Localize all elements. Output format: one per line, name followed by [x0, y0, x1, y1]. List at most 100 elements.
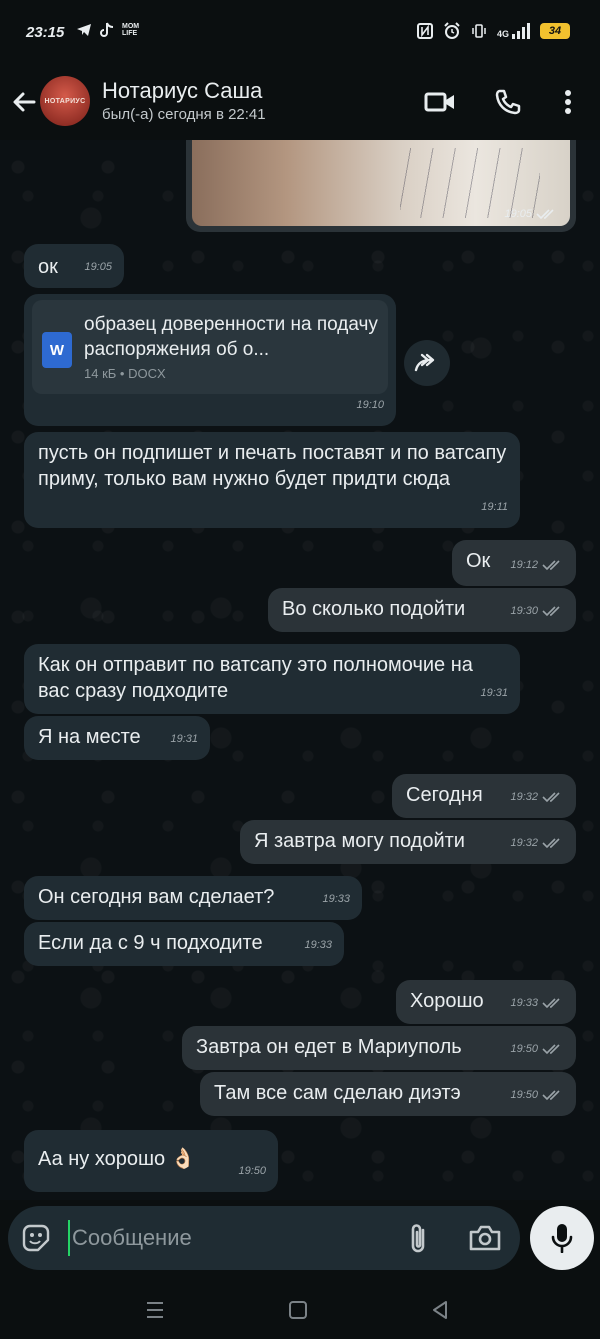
message-meta: 19:05: [504, 208, 558, 220]
message-time: 19:50: [238, 1165, 266, 1177]
home-icon[interactable]: [286, 1298, 310, 1322]
double-check-icon: [542, 560, 560, 571]
double-check-icon: [542, 792, 560, 803]
double-check-icon: [536, 209, 554, 220]
paperclip-icon[interactable]: [404, 1222, 434, 1256]
message-outgoing[interactable]: Я завтра могу подойти 19:32: [240, 820, 576, 864]
message-text: Аа ну хорошо 👌🏻: [38, 1148, 196, 1170]
double-check-icon: [542, 606, 560, 617]
sticker-emoji-icon[interactable]: [20, 1222, 52, 1254]
microphone-button[interactable]: [530, 1206, 594, 1270]
message-meta: 19:12: [510, 552, 564, 578]
document-card[interactable]: W образец доверенности на подачу распоря…: [32, 300, 388, 394]
tiktok-icon: [100, 22, 114, 37]
message-meta: 19:31: [170, 726, 198, 752]
mom-life-icon: MOM LIFE: [122, 23, 140, 37]
message-time: 19:50: [510, 1043, 538, 1055]
avatar-text: НОТАРИУС: [44, 97, 86, 105]
status-time: 23:15: [26, 24, 65, 41]
message-text: Сегодня: [406, 784, 483, 806]
phone-icon[interactable]: [490, 84, 526, 120]
message-text: Ок: [466, 550, 491, 572]
message-meta: 19:33: [510, 990, 564, 1016]
message-meta: 19:31: [480, 680, 508, 706]
recent-apps-icon[interactable]: [143, 1298, 167, 1322]
message-time: 19:50: [510, 1089, 538, 1101]
message-outgoing[interactable]: Завтра он едет в Мариуполь 19:50: [182, 1026, 576, 1070]
status-right-icons: 4G 34: [416, 22, 570, 40]
back-nav-icon[interactable]: [428, 1298, 452, 1322]
network-label: 4G: [496, 29, 509, 39]
message-meta: 19:11: [481, 494, 508, 520]
message-meta: 19:50: [238, 1158, 266, 1184]
more-vert-icon[interactable]: [550, 84, 586, 120]
document-title: образец доверенности на подачу распоряже…: [84, 314, 378, 360]
message-text: Он сегодня вам сделает?: [38, 886, 275, 908]
message-time: 19:10: [356, 399, 384, 411]
message-text: Хорошо: [410, 990, 484, 1012]
battery-icon: 34: [540, 23, 570, 39]
message-time: 19:32: [510, 791, 538, 803]
message-outgoing[interactable]: Ок 19:12: [452, 540, 576, 586]
message-meta: 19:32: [510, 784, 564, 810]
message-time: 19:31: [480, 687, 508, 699]
separator-dot: •: [119, 366, 129, 381]
message-incoming[interactable]: Если да с 9 ч подходите 19:33: [24, 922, 344, 966]
message-incoming[interactable]: Аа ну хорошо 👌🏻 19:50: [24, 1130, 278, 1192]
last-seen-status: был(-а) сегодня в 22:41: [102, 106, 266, 123]
image-message[interactable]: 19:05: [186, 140, 576, 232]
message-incoming[interactable]: Я на месте 19:31: [24, 716, 210, 760]
vibrate-icon: [472, 24, 486, 38]
message-time: 19:05: [84, 261, 112, 273]
message-incoming[interactable]: пусть он подпишет и печать поставят и по…: [24, 432, 520, 528]
message-incoming[interactable]: Он сегодня вам сделает? 19:33: [24, 876, 362, 920]
message-outgoing[interactable]: Хорошо 19:33: [396, 980, 576, 1024]
word-doc-icon: W: [42, 332, 72, 368]
message-text: ок: [38, 256, 58, 278]
double-check-icon: [542, 998, 560, 1009]
message-text: Во сколько подойти: [282, 598, 466, 620]
back-arrow-icon[interactable]: [8, 86, 40, 118]
double-check-icon: [542, 1090, 560, 1101]
message-input[interactable]: [68, 1220, 388, 1256]
telegram-icon: [77, 24, 91, 36]
message-time: 19:12: [510, 559, 538, 571]
forward-icon: [414, 353, 435, 372]
avatar[interactable]: НОТАРИУС: [40, 76, 90, 126]
document-type: DOCX: [128, 366, 166, 381]
video-call-icon[interactable]: [422, 84, 458, 120]
message-time: 19:30: [510, 605, 538, 617]
message-incoming[interactable]: ок 19:05: [24, 244, 124, 288]
message-meta: 19:10: [356, 392, 384, 418]
message-meta: 19:32: [510, 830, 564, 856]
message-time: 19:11: [481, 501, 508, 513]
message-incoming[interactable]: Как он отправит по ватсапу это полномочи…: [24, 644, 520, 714]
signal-icon: 4G: [497, 23, 530, 39]
message-text: Как он отправит по ватсапу это полномочи…: [38, 654, 479, 702]
document-info: 14 кБ • DOCX: [84, 366, 166, 381]
camera-icon[interactable]: [468, 1222, 502, 1254]
message-time: 19:05: [504, 208, 532, 220]
contact-name[interactable]: Нотариус Саша: [102, 78, 262, 104]
message-time: 19:33: [510, 997, 538, 1009]
message-time: 19:32: [510, 837, 538, 849]
forward-button[interactable]: [404, 340, 450, 386]
message-outgoing[interactable]: Сегодня 19:32: [392, 774, 576, 818]
message-time: 19:33: [304, 939, 332, 951]
message-meta: 19:33: [322, 886, 350, 912]
message-outgoing[interactable]: Во сколько подойти 19:30: [268, 588, 576, 632]
double-check-icon: [542, 838, 560, 849]
composer-bar: [8, 1206, 520, 1270]
message-text: Если да с 9 ч подходите: [38, 932, 263, 954]
message-text: Я на месте: [38, 726, 141, 748]
status-left-icons: MOM LIFE: [76, 22, 140, 38]
message-text: Там все сам сделаю диэтэ: [214, 1082, 461, 1104]
message-meta: 19:05: [84, 254, 112, 280]
double-check-icon: [542, 1044, 560, 1055]
message-meta: 19:30: [510, 598, 564, 624]
message-text: пусть он подпишет и печать поставят и по…: [38, 442, 512, 490]
document-size: 14 кБ: [84, 366, 117, 381]
message-outgoing[interactable]: Там все сам сделаю диэтэ 19:50: [200, 1072, 576, 1116]
message-time: 19:31: [170, 733, 198, 745]
message-meta: 19:50: [510, 1036, 564, 1062]
